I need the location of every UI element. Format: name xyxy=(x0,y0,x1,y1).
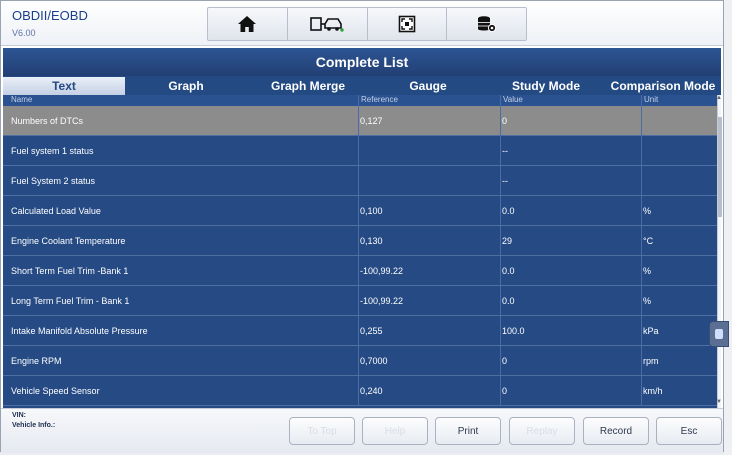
panel-title: Complete List xyxy=(3,48,721,76)
vehicle-info-label: Vehicle Info.: xyxy=(12,422,56,429)
row-value: 29 xyxy=(501,226,642,255)
table-header: Name Reference Value Unit xyxy=(3,95,717,106)
row-unit: km/h xyxy=(643,385,663,396)
home-button[interactable] xyxy=(208,8,288,40)
row-name: Numbers of DTCs xyxy=(3,106,359,135)
row-value: -- xyxy=(501,136,642,165)
row-value: 100.0 xyxy=(501,316,642,345)
home-icon xyxy=(238,16,257,32)
tab-text[interactable]: Text xyxy=(3,77,125,95)
tab-gauge[interactable]: Gauge xyxy=(369,77,487,95)
row-value: 0 xyxy=(501,346,642,375)
column-value-header: Value xyxy=(501,95,642,106)
table-row[interactable]: Vehicle Speed Sensor 0,240 0 km/h xyxy=(3,376,717,406)
row-value: 0.0 xyxy=(501,286,642,315)
screenshot-button[interactable] xyxy=(368,8,448,40)
row-reference xyxy=(359,136,501,165)
row-name: Long Term Fuel Trim - Bank 1 xyxy=(3,286,359,315)
row-reference: 0,7000 xyxy=(359,346,501,375)
row-unit: % xyxy=(643,295,652,306)
data-list: Numbers of DTCs 0,127 0 Fuel system 1 st… xyxy=(3,106,717,408)
row-unit: % xyxy=(643,265,652,276)
table-row[interactable]: Numbers of DTCs 0,127 0 xyxy=(3,106,717,136)
window-edge xyxy=(724,0,732,455)
row-value: 0.0 xyxy=(501,256,642,285)
table-row[interactable]: Engine Coolant Temperature 0,130 29 °C xyxy=(3,226,717,256)
table-row[interactable]: Short Term Fuel Trim -Bank 1 -100,99.22 … xyxy=(3,256,717,286)
side-panel-handle-icon[interactable] xyxy=(709,321,729,347)
row-name: Calculated Load Value xyxy=(3,196,359,225)
column-unit-header: Unit xyxy=(644,95,659,104)
table-row[interactable]: Calculated Load Value 0,100 0.0 % xyxy=(3,196,717,226)
mode-tabs: Text Graph Graph Merge Gauge Study Mode … xyxy=(3,77,721,95)
row-value: 0 xyxy=(501,376,642,405)
row-unit xyxy=(642,136,717,165)
table-row[interactable]: Long Term Fuel Trim - Bank 1 -100,99.22 … xyxy=(3,286,717,316)
tab-study-mode[interactable]: Study Mode xyxy=(487,77,605,95)
database-settings-icon xyxy=(477,16,496,33)
row-name: Intake Manifold Absolute Pressure xyxy=(3,316,359,345)
row-reference: 0,130 xyxy=(359,226,501,255)
column-name-header: Name xyxy=(3,95,359,106)
row-value: 0 xyxy=(501,106,642,135)
esc-button[interactable]: Esc xyxy=(656,417,722,445)
tab-graph[interactable]: Graph xyxy=(125,77,247,95)
row-value: -- xyxy=(501,166,642,195)
top-bar: OBDII/EOBD V6.00 xyxy=(1,1,723,46)
row-reference: 0,100 xyxy=(359,196,501,225)
table-row[interactable]: Engine RPM 0,7000 0 rpm xyxy=(3,346,717,376)
row-name: Engine RPM xyxy=(3,346,359,375)
row-unit: °C xyxy=(643,235,654,246)
help-button[interactable]: Help xyxy=(362,417,428,445)
scroll-up-icon[interactable]: ▲ xyxy=(715,95,723,104)
vehicle-connect-icon xyxy=(310,17,344,32)
toolbar xyxy=(207,7,527,41)
row-unit xyxy=(642,106,717,135)
list-scrollbar[interactable]: ▲ ▼ xyxy=(715,95,723,408)
row-reference: 0,240 xyxy=(359,376,501,405)
row-name: Fuel system 1 status xyxy=(3,136,359,165)
footer-bar: VIN: Vehicle Info.: To Top Help Print Re… xyxy=(1,408,723,453)
tab-graph-merge[interactable]: Graph Merge xyxy=(247,77,369,95)
row-reference: -100,99.22 xyxy=(359,286,501,315)
table-row[interactable]: Fuel system 1 status -- xyxy=(3,136,717,166)
database-settings-button[interactable] xyxy=(447,8,526,40)
record-button[interactable]: Record xyxy=(583,417,649,445)
row-unit: rpm xyxy=(643,355,659,366)
row-value: 0.0 xyxy=(501,196,642,225)
replay-button[interactable]: Replay xyxy=(509,417,575,445)
print-button[interactable]: Print xyxy=(435,417,501,445)
table-row[interactable]: Intake Manifold Absolute Pressure 0,255 … xyxy=(3,316,717,346)
scroll-thumb[interactable] xyxy=(718,117,722,217)
row-name: Short Term Fuel Trim -Bank 1 xyxy=(3,256,359,285)
complete-list-panel: Complete List Text Graph Graph Merge Gau… xyxy=(3,48,723,408)
row-name: Fuel System 2 status xyxy=(3,166,359,195)
app-version: V6.00 xyxy=(12,28,36,38)
row-name: Vehicle Speed Sensor xyxy=(3,376,359,405)
app-title: OBDII/EOBD xyxy=(12,8,88,23)
row-unit: % xyxy=(643,205,652,216)
row-name: Engine Coolant Temperature xyxy=(3,226,359,255)
to-top-button[interactable]: To Top xyxy=(289,417,355,445)
row-unit: kPa xyxy=(643,325,659,336)
row-unit xyxy=(642,166,717,195)
row-reference: -100,99.22 xyxy=(359,256,501,285)
vehicle-connect-button[interactable] xyxy=(288,8,368,40)
column-reference-header: Reference xyxy=(359,95,501,106)
table-row[interactable]: Fuel System 2 status -- xyxy=(3,166,717,196)
app-screen: OBDII/EOBD V6.00 Complete List Text Grap… xyxy=(0,0,724,453)
scroll-down-icon[interactable]: ▼ xyxy=(715,399,723,408)
row-reference: 0,127 xyxy=(359,106,501,135)
tab-comparison-mode[interactable]: Comparison Mode xyxy=(605,77,721,95)
row-reference: 0,255 xyxy=(359,316,501,345)
vin-label: VIN: xyxy=(12,412,26,419)
row-reference xyxy=(359,166,501,195)
screenshot-icon xyxy=(398,15,416,33)
